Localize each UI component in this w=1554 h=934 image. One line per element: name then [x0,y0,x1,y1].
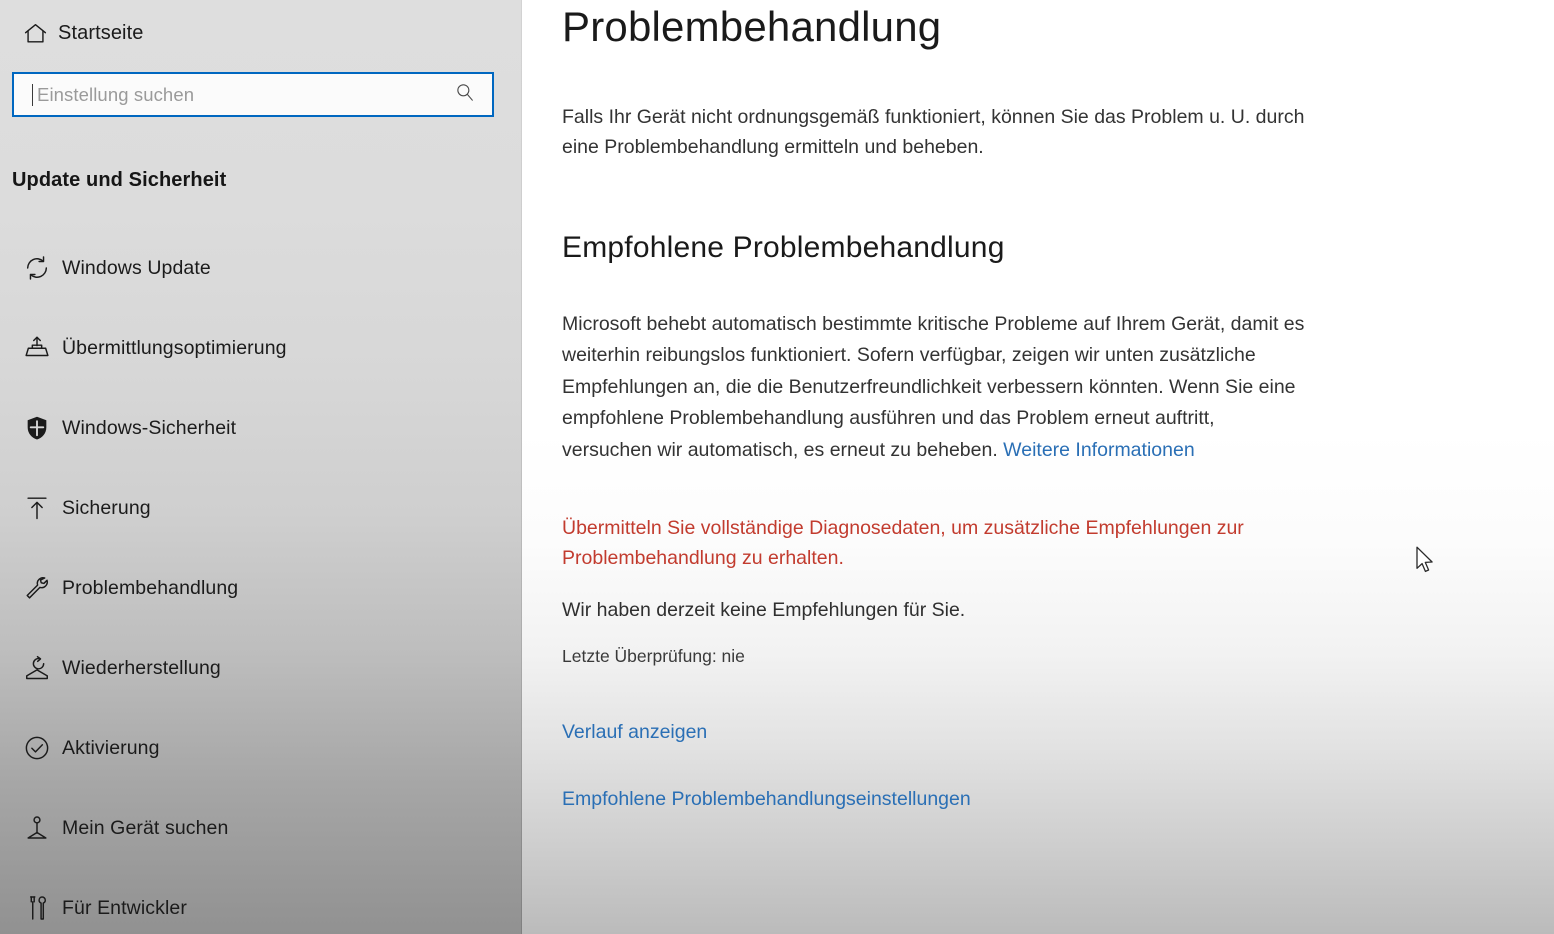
check-circle-icon [12,734,62,762]
recovery-icon [12,654,62,682]
sidebar-item-label: Windows Update [62,256,211,279]
sidebar-item-recovery[interactable]: Wiederherstellung [0,628,522,708]
sidebar-item-label: Sicherung [62,496,151,519]
shield-icon [12,414,62,442]
home-icon [12,20,58,47]
recommended-troubleshooting-settings-link[interactable]: Empfohlene Problembehandlungseinstellung… [562,788,971,811]
section-body: Microsoft behebt automatisch bestimmte k… [562,309,1307,467]
sidebar-item-home[interactable]: Startseite [0,10,522,56]
search-placeholder: Einstellung suchen [37,83,195,105]
sidebar-section-title: Update und Sicherheit [12,169,227,191]
sidebar-item-label: Windows-Sicherheit [62,416,237,439]
locate-device-icon [12,814,62,842]
search-input[interactable]: Einstellung suchen [12,72,494,117]
sidebar-item-find-my-device[interactable]: Mein Gerät suchen [0,788,522,868]
home-label: Startseite [58,21,144,44]
sidebar-nav-list: Windows Update Übermittlungsoptimierung [0,228,522,934]
backup-icon [12,494,62,522]
search-icon[interactable] [454,81,476,108]
settings-window: Startseite Einstellung suchen Update und… [0,0,1554,934]
main-content: Problembehandlung Falls Ihr Gerät nicht … [522,0,1554,934]
diagnostics-warning: Übermitteln Sie vollständige Diagnosedat… [562,516,1244,569]
sidebar-item-delivery-optimization[interactable]: Übermittlungsoptimierung [0,308,522,388]
sidebar-item-label: Aktivierung [62,736,160,759]
sidebar-item-label: Für Entwickler [62,896,187,919]
learn-more-link[interactable]: Weitere Informationen [1003,439,1195,461]
sidebar-item-label: Mein Gerät suchen [62,816,229,839]
text-caret [32,83,33,106]
wrench-icon [12,574,62,602]
view-history-link[interactable]: Verlauf anzeigen [562,721,707,744]
sidebar-item-windows-security[interactable]: Windows-Sicherheit [0,388,522,468]
sidebar-item-label: Problembehandlung [62,576,239,599]
last-check-text: Letzte Überprüfung: nie [562,645,745,666]
sidebar-item-label: Wiederherstellung [62,656,221,679]
sidebar-item-windows-update[interactable]: Windows Update [0,228,522,308]
sidebar: Startseite Einstellung suchen Update und… [0,0,522,934]
search-container: Einstellung suchen [0,72,522,117]
sidebar-item-label: Übermittlungsoptimierung [62,336,287,359]
refresh-icon [12,254,62,282]
no-recommendations-text: Wir haben derzeit keine Empfehlungen für… [562,598,966,621]
sidebar-item-backup[interactable]: Sicherung [0,468,522,548]
page-title: Problembehandlung [562,3,942,50]
page-subtitle: Falls Ihr Gerät nicht ordnungsgemäß funk… [562,106,1305,159]
sidebar-item-activation[interactable]: Aktivierung [0,708,522,788]
upload-icon [12,334,62,362]
tools-icon [12,894,62,922]
sidebar-item-troubleshoot[interactable]: Problembehandlung [0,548,522,628]
section-title: Empfohlene Problembehandlung [562,230,1005,264]
sidebar-item-for-developers[interactable]: Für Entwickler [0,868,522,934]
